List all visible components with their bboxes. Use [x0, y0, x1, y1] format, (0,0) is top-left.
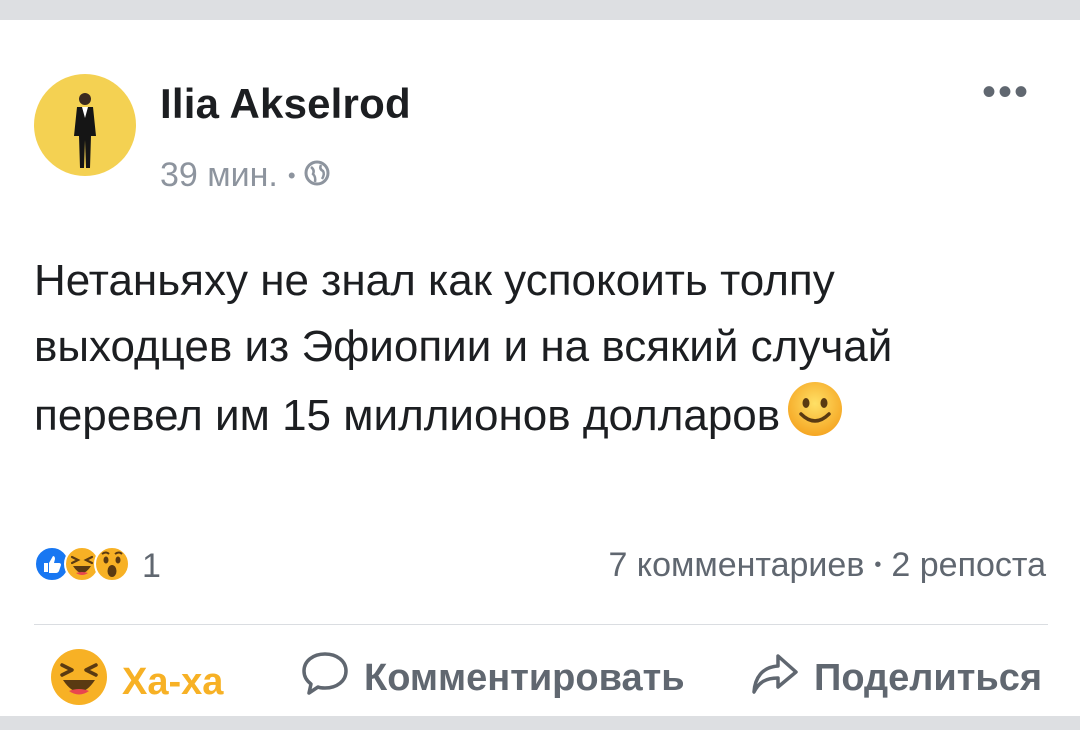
- haha-icon: [50, 648, 108, 716]
- post-text: Нетаньяху не знал как успокоить толпу вы…: [34, 256, 893, 440]
- globe-icon: [304, 156, 330, 195]
- avatar[interactable]: [34, 74, 136, 176]
- action-bar: Ха-ха Комментировать Поделиться: [0, 648, 1080, 718]
- comments-count[interactable]: 7 комментариев: [608, 546, 864, 585]
- comment-label: Комментировать: [364, 656, 685, 699]
- smile-emoji-icon: [786, 380, 844, 457]
- comment-icon: [300, 648, 350, 708]
- author-name[interactable]: Ilia Akselrod: [160, 80, 411, 128]
- reaction-count: 1: [142, 547, 161, 585]
- divider: [34, 624, 1048, 625]
- haha-label: Ха-ха: [122, 660, 224, 703]
- wow-reaction-icon: [94, 546, 130, 587]
- meta-separator: •: [287, 162, 296, 188]
- haha-button[interactable]: Ха-ха: [50, 648, 223, 716]
- post-time[interactable]: 39 мин.: [160, 156, 278, 195]
- share-icon: [750, 648, 800, 708]
- avatar-figure-icon: [74, 93, 96, 168]
- stats-separator: •: [874, 554, 882, 576]
- post-body: Нетаньяху не знал как успокоить толпу вы…: [34, 248, 1044, 457]
- reaction-summary[interactable]: 1: [34, 546, 161, 587]
- share-button[interactable]: Поделиться: [750, 648, 1042, 708]
- post-card: Ilia Akselrod 39 мин. • ••• Нетаньяху не…: [0, 20, 1080, 716]
- post-meta: 39 мин. •: [160, 156, 330, 195]
- comment-button[interactable]: Комментировать: [300, 648, 685, 708]
- shares-count[interactable]: 2 репоста: [891, 546, 1046, 585]
- post-stats: 7 комментариев • 2 репоста: [608, 546, 1046, 585]
- more-options-icon[interactable]: •••: [982, 72, 1030, 112]
- share-label: Поделиться: [814, 656, 1043, 699]
